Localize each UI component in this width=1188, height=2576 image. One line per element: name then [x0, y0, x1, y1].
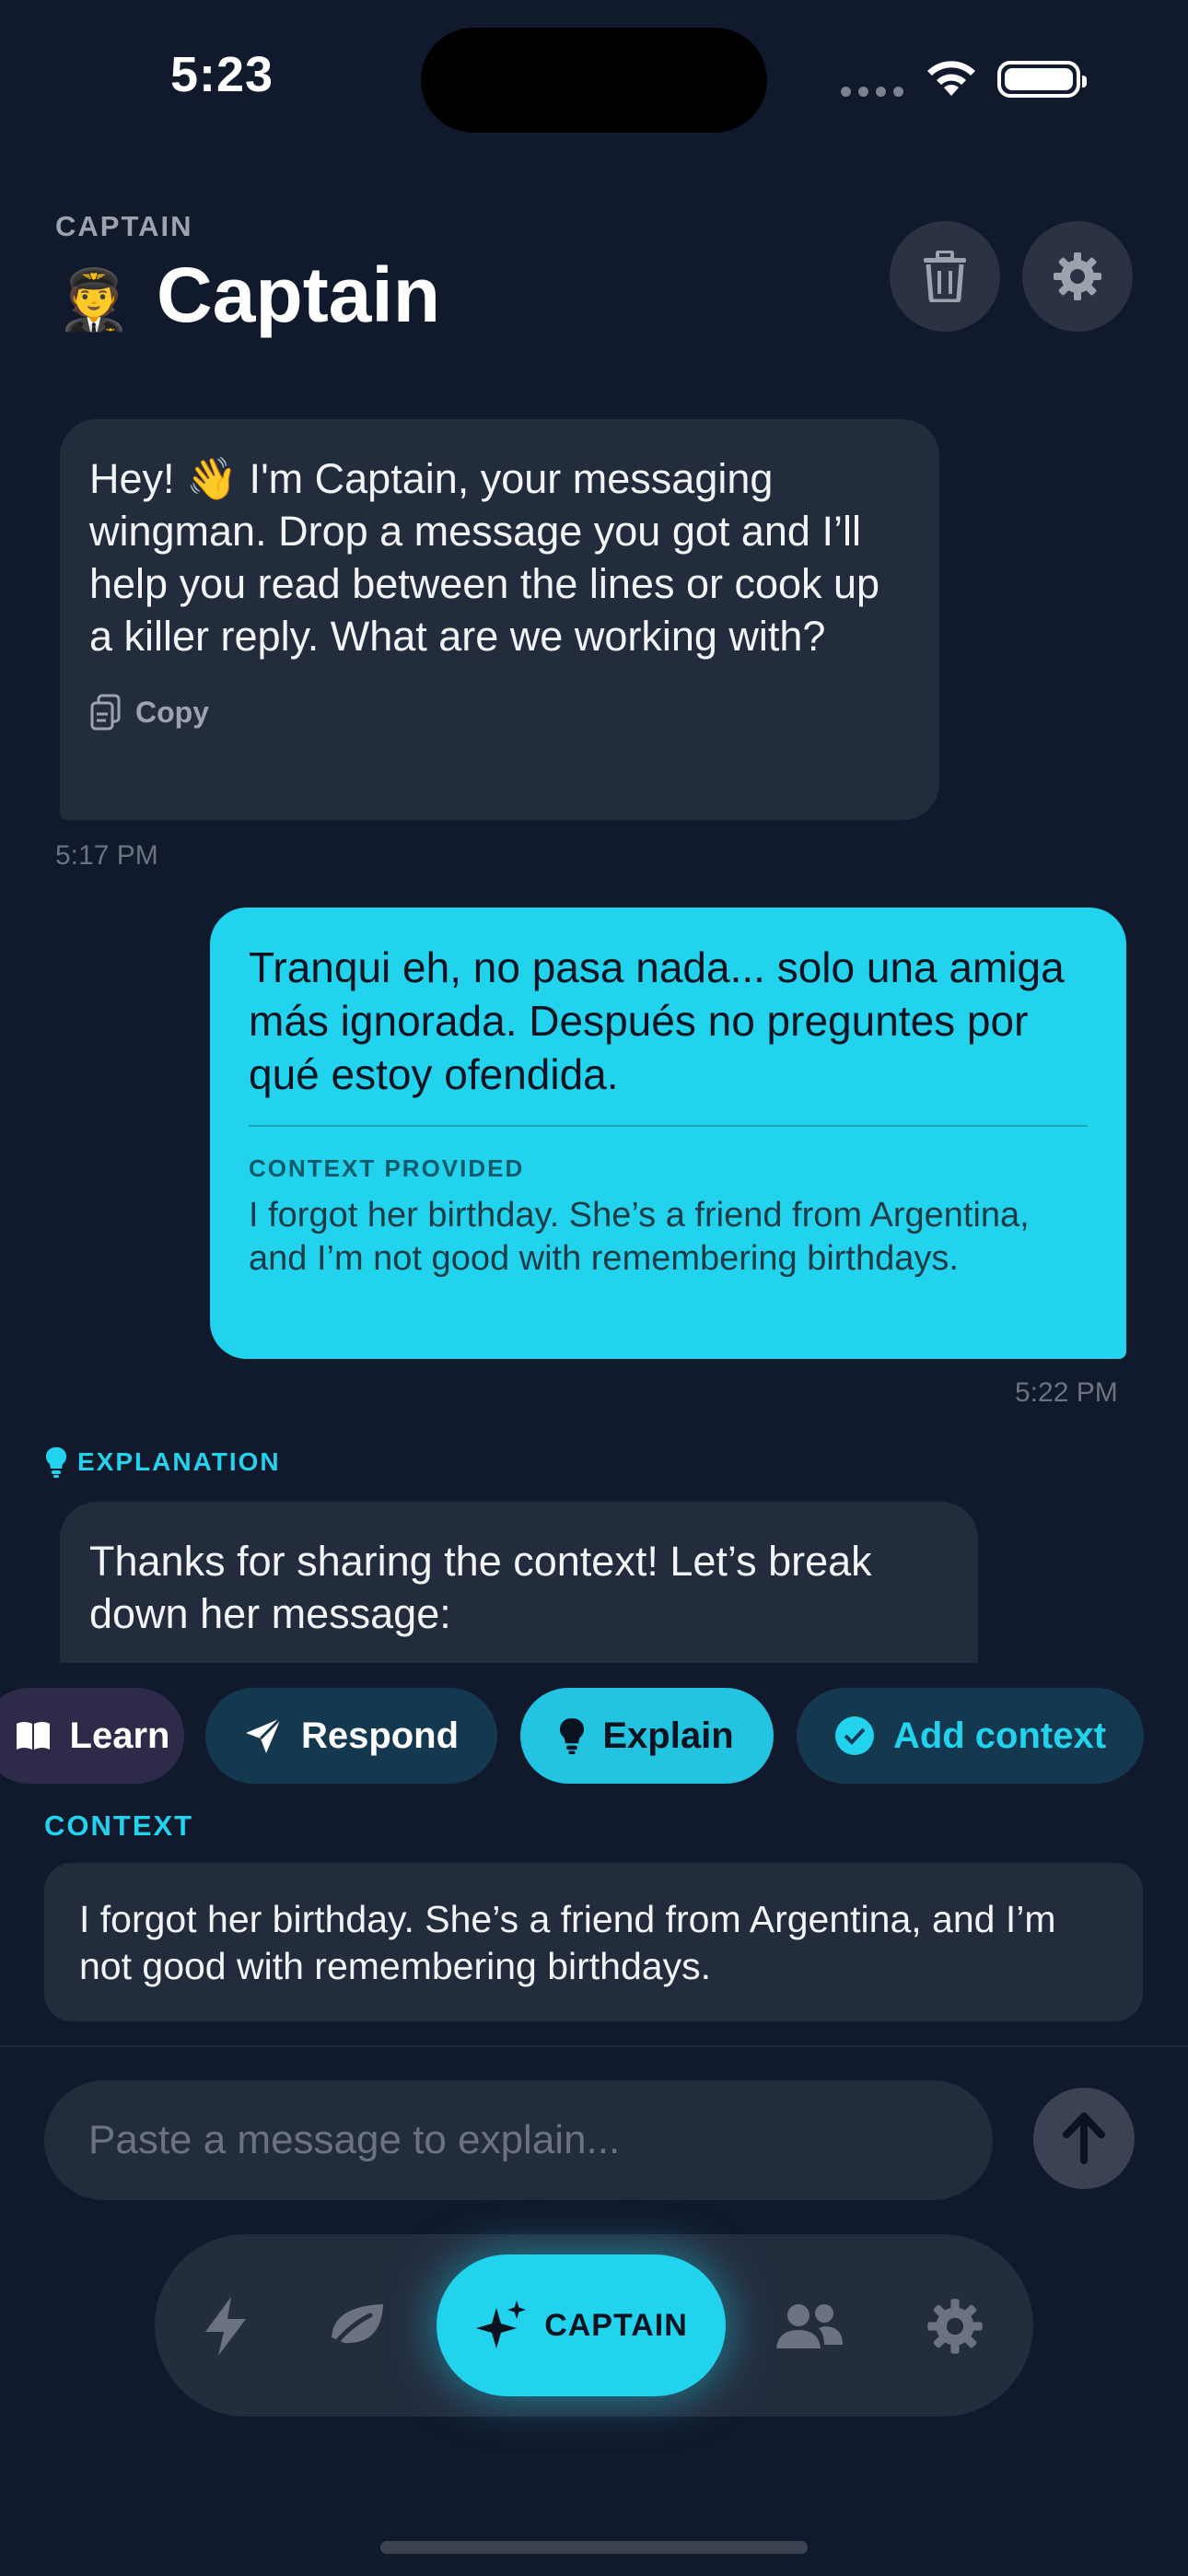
sparkles-icon	[476, 2301, 527, 2348]
respond-button[interactable]: Respond	[205, 1688, 497, 1784]
gear-icon	[927, 2299, 983, 2354]
gear-icon	[1054, 252, 1101, 300]
send-button[interactable]	[1033, 2088, 1135, 2189]
avatar: 🧑‍✈️	[57, 266, 131, 333]
tab-captain-label: CAPTAIN	[544, 2307, 688, 2343]
page-title: Captain	[157, 252, 441, 338]
explanation-label: EXPLANATION	[46, 1446, 281, 1478]
trash-icon	[924, 251, 966, 302]
explanation-message-bubble: Thanks for sharing the context! Let’s br…	[60, 1502, 978, 1663]
message-input[interactable]: Paste a message to explain...	[44, 2080, 993, 2200]
context-label: CONTEXT	[44, 1809, 194, 1842]
tab-settings[interactable]	[904, 2276, 1006, 2377]
home-indicator	[380, 2541, 808, 2554]
copy-icon	[90, 694, 121, 731]
context-provided-text: I forgot her birthday. She’s a friend fr…	[249, 1196, 1030, 1278]
checkmark-circle-icon	[834, 1716, 874, 1755]
wifi-icon	[927, 61, 975, 96]
explain-label: Explain	[602, 1715, 734, 1756]
settings-button[interactable]	[1022, 221, 1133, 332]
arrow-up-icon	[1063, 2113, 1105, 2164]
header-kicker: CAPTAIN	[55, 210, 193, 242]
message-text: Tranqui eh, no pasa nada... solo una ami…	[249, 943, 1065, 1098]
tab-leaf[interactable]	[307, 2276, 408, 2377]
explanation-label-text: EXPLANATION	[77, 1447, 281, 1476]
context-text[interactable]: I forgot her birthday. She’s a friend fr…	[44, 1863, 1143, 2021]
delete-button[interactable]	[890, 221, 1000, 332]
respond-label: Respond	[300, 1715, 460, 1756]
book-icon	[16, 1722, 50, 1750]
tab-captain[interactable]: CAPTAIN	[437, 2254, 726, 2396]
lightbulb-icon	[46, 1446, 66, 1478]
learn-label: Learn	[69, 1715, 170, 1756]
users-icon	[776, 2304, 843, 2348]
add-context-label: Add context	[892, 1715, 1107, 1756]
message-timestamp: 5:17 PM	[55, 840, 158, 871]
message-text: Thanks for sharing the context! Let’s br…	[89, 1538, 872, 1637]
message-timestamp: 5:22 PM	[1015, 1377, 1118, 1408]
tab-people[interactable]	[759, 2276, 860, 2377]
copy-label: Copy	[135, 695, 209, 729]
leaf-icon	[329, 2304, 383, 2351]
send-icon	[245, 1716, 282, 1753]
divider	[249, 1125, 1088, 1127]
bolt-icon	[205, 2297, 246, 2356]
divider	[0, 2045, 1188, 2047]
explain-button[interactable]: Explain	[520, 1688, 774, 1784]
context-provided-label: CONTEXT PROVIDED	[249, 1154, 525, 1182]
user-message-bubble: Tranqui eh, no pasa nada... solo una ami…	[210, 907, 1126, 1359]
message-text: Hey! 👋 I'm Captain, your messaging wingm…	[89, 455, 880, 660]
lightbulb-icon	[560, 1718, 585, 1754]
learn-button[interactable]: Learn	[0, 1688, 184, 1784]
tab-quick[interactable]	[175, 2276, 276, 2377]
add-context-button[interactable]: Add context	[797, 1688, 1144, 1784]
status-time: 5:23	[170, 47, 274, 102]
assistant-message-bubble: Hey! 👋 I'm Captain, your messaging wingm…	[60, 419, 939, 820]
dynamic-island	[421, 28, 767, 133]
copy-button[interactable]: Copy	[89, 694, 910, 731]
signal-icon	[841, 87, 905, 97]
battery-icon	[997, 61, 1087, 98]
